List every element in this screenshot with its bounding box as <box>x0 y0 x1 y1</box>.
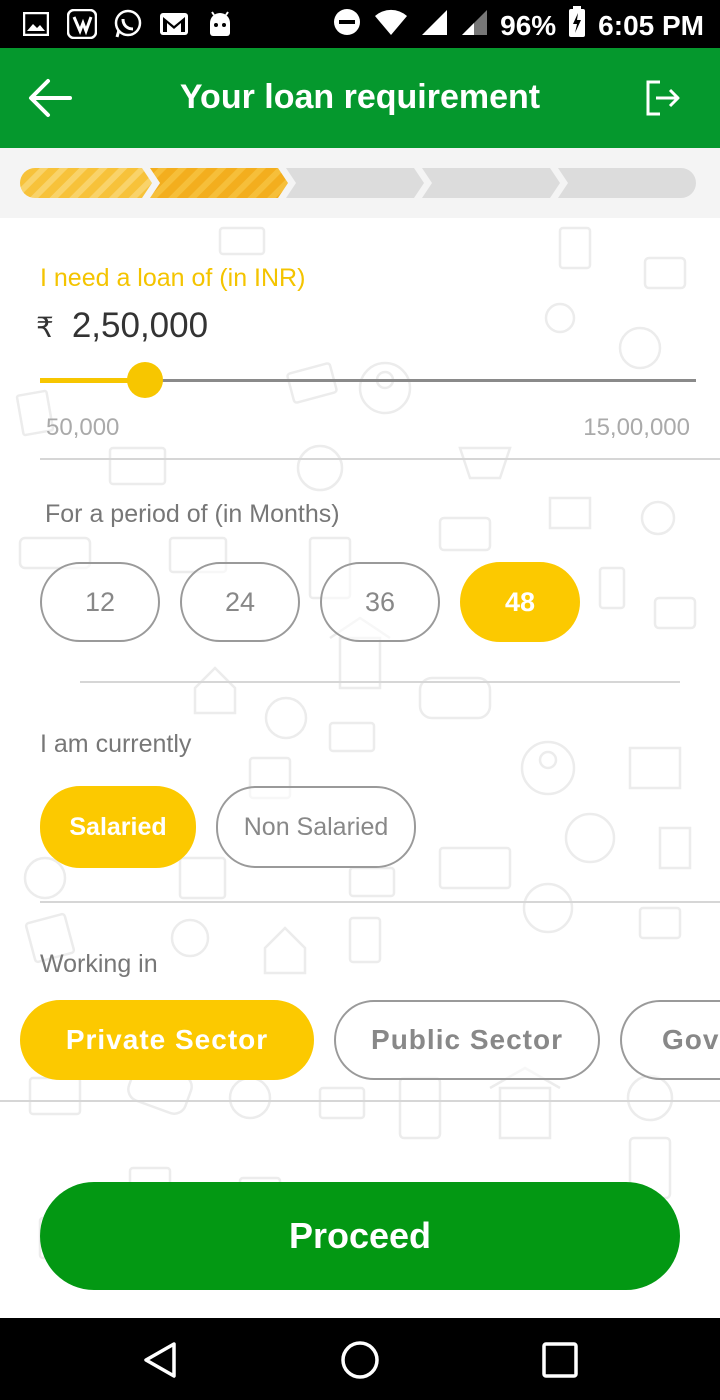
progress-step-3 <box>286 168 424 198</box>
system-status: 96% 6:05 PM <box>332 6 704 45</box>
period-option-12[interactable]: 12 <box>40 562 160 642</box>
loan-form: I need a loan of (in INR) ₹ 2,50,000 50,… <box>0 218 720 1318</box>
progress-stepper <box>0 148 720 218</box>
nav-recents-button[interactable] <box>540 1340 580 1380</box>
app-bar: Your loan requirement <box>0 48 720 148</box>
loan-amount-value: 2,50,000 <box>71 306 209 345</box>
signal-icon <box>420 8 448 43</box>
logout-icon <box>646 80 680 116</box>
status-bar: 96% 6:05 PM <box>0 0 720 48</box>
vivo-app-icon <box>66 8 98 40</box>
loan-min-label: 50,000 <box>46 414 120 441</box>
period-option-48[interactable]: 48 <box>460 562 580 642</box>
sector-label: Working in <box>40 950 158 978</box>
whatsapp-icon <box>112 8 144 40</box>
progress-step-1 <box>20 168 152 198</box>
square-recents-icon <box>542 1342 578 1378</box>
loan-max-label: 15,00,000 <box>583 414 690 441</box>
progress-step-4 <box>422 168 560 198</box>
progress-step-5 <box>558 168 696 198</box>
sector-option-government[interactable]: Gove <box>620 1000 720 1080</box>
loan-amount-label: I need a loan of (in INR) <box>40 264 306 292</box>
divider <box>0 1100 720 1102</box>
employment-label: I am currently <box>40 730 192 758</box>
rupee-symbol: ₹ <box>36 312 54 343</box>
proceed-button[interactable]: Proceed <box>40 1182 680 1290</box>
clock: 6:05 PM <box>598 9 704 41</box>
triangle-back-icon <box>144 1342 176 1378</box>
divider <box>40 458 720 460</box>
employment-option-non-salaried[interactable]: Non Salaried <box>216 786 416 868</box>
battery-charging-icon <box>568 6 586 45</box>
employment-option-salaried[interactable]: Salaried <box>40 786 196 868</box>
dnd-icon <box>332 7 362 44</box>
period-label: For a period of (in Months) <box>45 500 340 528</box>
sector-option-private[interactable]: Private Sector <box>20 1000 314 1080</box>
android-icon <box>204 8 236 40</box>
progress-step-2 <box>150 168 288 198</box>
logout-button[interactable] <box>644 78 684 118</box>
page-title: Your loan requirement <box>179 78 541 116</box>
loan-amount-display: ₹ 2,50,000 <box>36 306 208 346</box>
gallery-icon <box>20 8 52 40</box>
system-nav-bar <box>0 1318 720 1400</box>
gmail-icon <box>158 8 190 40</box>
slider-thumb[interactable] <box>127 362 163 398</box>
loan-amount-slider[interactable] <box>40 362 696 398</box>
wifi-icon <box>374 8 408 43</box>
period-option-36[interactable]: 36 <box>320 562 440 642</box>
signal-secondary-icon <box>460 8 488 43</box>
battery-percent: 96% <box>500 9 557 41</box>
notification-icons <box>20 8 236 40</box>
nav-home-button[interactable] <box>340 1340 380 1380</box>
nav-back-button[interactable] <box>140 1340 180 1380</box>
circle-home-icon <box>341 1341 379 1379</box>
divider <box>40 901 720 903</box>
period-option-24[interactable]: 24 <box>180 562 300 642</box>
step-indicator <box>20 168 696 198</box>
sector-option-public[interactable]: Public Sector <box>334 1000 600 1080</box>
divider <box>80 681 680 683</box>
